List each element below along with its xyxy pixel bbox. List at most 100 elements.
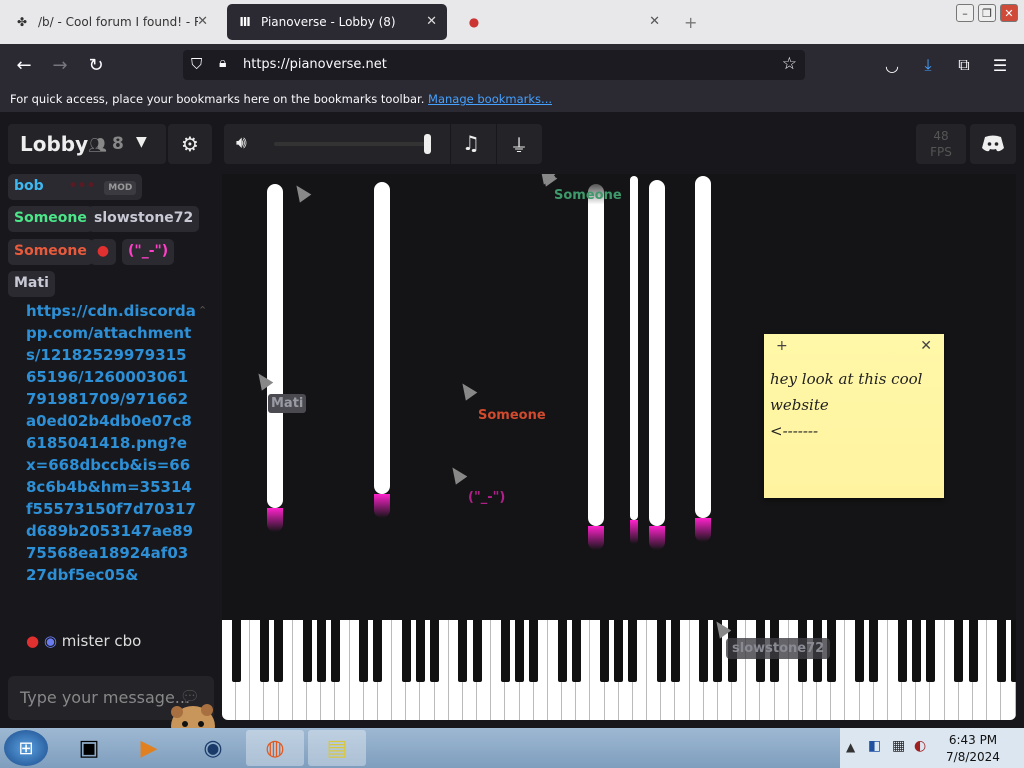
- sticky-note-header[interactable]: + ✕: [764, 334, 944, 360]
- close-tab-icon[interactable]: ✕: [197, 14, 208, 29]
- close-window-button[interactable]: ✕: [1000, 4, 1018, 22]
- firefox-icon[interactable]: ◍: [246, 730, 304, 766]
- lobby-header[interactable]: Lobby 👥︎ 8 ▼: [8, 124, 166, 164]
- piano-black-key[interactable]: [557, 620, 567, 682]
- download-icon[interactable]: ⤓: [914, 52, 942, 78]
- music-note-icon[interactable]: ♫: [462, 131, 480, 155]
- taskbar-clock[interactable]: 6:43 PM 7/8/2024: [938, 732, 1008, 766]
- discord-button[interactable]: [970, 124, 1016, 164]
- sticky-notes-icon[interactable]: ▤: [308, 730, 366, 766]
- piano-black-key[interactable]: [855, 620, 865, 682]
- desktop-icon[interactable]: ▣: [60, 730, 118, 766]
- close-tab-icon[interactable]: ✕: [649, 14, 660, 29]
- user-chip-mati[interactable]: Mati: [8, 271, 55, 297]
- piano-black-key[interactable]: [897, 620, 907, 682]
- user-name: ("_-"): [128, 243, 169, 259]
- network-icon[interactable]: ▦: [892, 738, 905, 754]
- chat-message-link[interactable]: https://cdn.discordapp.com/attachments/1…: [26, 300, 196, 586]
- close-icon[interactable]: ✕: [920, 338, 932, 354]
- bookmark-star-icon[interactable]: ☆: [782, 54, 797, 74]
- piano-black-key[interactable]: [458, 620, 468, 682]
- chat-author-row: ● ◉ mister cbo: [26, 632, 141, 650]
- piano-black-key[interactable]: [571, 620, 581, 682]
- tray-arrow-icon[interactable]: ▲: [846, 740, 855, 754]
- reload-icon[interactable]: ↻: [82, 52, 110, 78]
- piano-black-key[interactable]: [996, 620, 1006, 682]
- tab-title: /b/ - Cool forum I found! - Ran: [38, 15, 198, 29]
- pocket-icon[interactable]: ◡: [878, 52, 906, 78]
- tab-pianoverse[interactable]: Ⅲ Pianoverse - Lobby (8) ✕: [227, 4, 447, 40]
- piano-black-key[interactable]: [231, 620, 241, 682]
- sticky-note[interactable]: + ✕ hey look at this cool website <-----…: [764, 334, 944, 498]
- piano-black-key[interactable]: [614, 620, 624, 682]
- manage-bookmarks-link[interactable]: Manage bookmarks...: [428, 92, 552, 106]
- start-button[interactable]: ⊞: [4, 730, 48, 766]
- piano-black-key[interactable]: [430, 620, 440, 682]
- piano-black-key[interactable]: [529, 620, 539, 682]
- forward-arrow-icon[interactable]: →: [46, 52, 74, 78]
- user-chip-someone[interactable]: Someone: [8, 206, 93, 232]
- piano-black-key[interactable]: [500, 620, 510, 682]
- menu-icon[interactable]: ☰: [986, 52, 1014, 78]
- divider: [496, 124, 497, 164]
- chevron-down-icon[interactable]: ▼: [136, 134, 147, 150]
- piano-black-key[interactable]: [515, 620, 525, 682]
- volume-handle[interactable]: [424, 134, 431, 154]
- piano-black-key[interactable]: [359, 620, 369, 682]
- volume-tray-icon[interactable]: ◐: [914, 738, 926, 754]
- minimize-button[interactable]: –: [956, 4, 974, 22]
- back-arrow-icon[interactable]: ←: [10, 52, 38, 78]
- divider: [450, 124, 451, 164]
- piano-black-key[interactable]: [415, 620, 425, 682]
- piano-black-key[interactable]: [373, 620, 383, 682]
- close-tab-icon[interactable]: ✕: [426, 14, 437, 29]
- tab-third[interactable]: ● ✕: [456, 4, 670, 40]
- restore-button[interactable]: ❐: [978, 4, 996, 22]
- piano-black-key[interactable]: [260, 620, 269, 682]
- tray-app-icon[interactable]: ◧: [868, 738, 881, 754]
- piano-black-key[interactable]: [656, 620, 666, 682]
- user-chip-someone-red[interactable]: Someone: [8, 239, 93, 265]
- shield-icon[interactable]: ⛉: [191, 55, 202, 73]
- media-player-icon[interactable]: ▶: [120, 730, 178, 766]
- user-chip-bob[interactable]: bob ••• MOD: [8, 174, 143, 200]
- piano-black-key[interactable]: [600, 620, 610, 682]
- piano-black-key[interactable]: [869, 620, 879, 682]
- sticky-note-text[interactable]: hey look at this cool website <-------: [764, 360, 944, 450]
- piano-black-key[interactable]: [472, 620, 482, 682]
- piano-black-key[interactable]: [911, 620, 921, 682]
- url-text[interactable]: https://pianoverse.net: [243, 57, 387, 72]
- plug-icon[interactable]: ⏚: [510, 132, 528, 158]
- piano-black-key[interactable]: [628, 620, 638, 682]
- volume-icon[interactable]: 🔊︎: [236, 133, 247, 153]
- tab-cool-forum[interactable]: ✤ /b/ - Cool forum I found! - Ran ✕: [4, 4, 218, 40]
- piano-black-key[interactable]: [274, 620, 284, 682]
- piano-black-key[interactable]: [302, 620, 312, 682]
- piano-black-key[interactable]: [699, 620, 709, 682]
- sticky-line: hey look at this cool: [770, 370, 923, 388]
- url-bar[interactable]: ⛉ 🔒︎ https://pianoverse.net ☆: [183, 50, 805, 80]
- piano-black-key[interactable]: [670, 620, 680, 682]
- new-tab-button[interactable]: +: [684, 4, 704, 40]
- audio-toolbar: 🔊︎ ♫ ⏚: [224, 124, 542, 164]
- tab-icon: ●: [468, 15, 480, 29]
- piano-black-key[interactable]: [316, 620, 326, 682]
- lock-icon[interactable]: 🔒︎: [219, 55, 226, 71]
- user-chip-apple[interactable]: ●: [90, 239, 116, 265]
- piano-black-key[interactable]: [401, 620, 411, 682]
- extensions-icon[interactable]: ⧉: [950, 52, 978, 78]
- chevron-up-icon[interactable]: ⌃: [198, 304, 207, 317]
- piano-keyboard[interactable]: [222, 620, 1016, 720]
- piano-black-key[interactable]: [1011, 620, 1016, 682]
- user-chip-slowstone72[interactable]: slowstone72: [88, 206, 200, 232]
- volume-slider[interactable]: [274, 142, 430, 146]
- user-chip-face[interactable]: ("_-"): [122, 239, 175, 265]
- piano-black-key[interactable]: [954, 620, 964, 682]
- piano-black-key[interactable]: [926, 620, 935, 682]
- gear-icon[interactable]: ⚙: [168, 124, 212, 164]
- piano-black-key[interactable]: [330, 620, 340, 682]
- globe-icon[interactable]: ◉: [184, 730, 242, 766]
- user-cursor: [290, 181, 312, 203]
- piano-black-key[interactable]: [968, 620, 978, 682]
- add-note-icon[interactable]: +: [776, 338, 788, 354]
